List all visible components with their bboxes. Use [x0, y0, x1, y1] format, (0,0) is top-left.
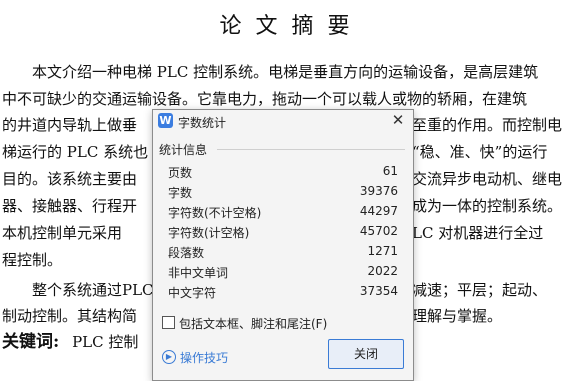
- stat-label: 字符数(不计空格): [168, 206, 262, 220]
- stat-label: 字符数(计空格): [168, 226, 250, 240]
- keywords-label: 关键词:: [2, 332, 60, 352]
- stat-row-paragraphs: 段落数 1271: [168, 244, 398, 263]
- stat-value: 37354: [359, 284, 398, 298]
- stat-value: 2022: [367, 264, 398, 278]
- group-label: 统计信息: [159, 143, 208, 157]
- body-line: 中不可缺少的交通运输设备。它靠电力，拖动一个可以载人或物的轿厢，在建筑: [2, 90, 528, 108]
- group-divider: [217, 149, 405, 150]
- body-line: 本文介绍一种电梯 PLC 控制系统。电梯是垂直方向的运输设备，是高层建筑: [2, 63, 539, 81]
- body-line-tail: 至重的作用。而控制电: [412, 116, 563, 134]
- wps-writer-icon: W: [158, 113, 173, 128]
- stat-value: 61: [382, 164, 398, 178]
- body-line-tail: 理解与掌握。: [412, 307, 503, 325]
- page-title: 论文摘要: [219, 14, 364, 39]
- body-line-tail: 交流异步电动机、继电: [412, 170, 563, 188]
- body-line: 器、接触器、行程开: [2, 197, 138, 215]
- stat-value: 45702: [359, 224, 398, 238]
- body-line-tail: “稳、准、快”的运行: [412, 143, 548, 161]
- stat-label: 段落数: [168, 246, 205, 260]
- body-line: 梯运行的 PLC 系统也: [2, 143, 149, 161]
- stat-label: 页数: [168, 166, 193, 180]
- body-line: 本机控制单元采用: [2, 224, 123, 242]
- dialog-titlebar[interactable]: W 字数统计 ✕: [153, 110, 413, 132]
- play-icon[interactable]: ▶: [162, 350, 176, 364]
- close-button[interactable]: 关闭: [328, 339, 404, 369]
- stat-row-non-chinese-words: 非中文单词 2022: [168, 264, 398, 283]
- stat-row-pages: 页数 61: [168, 164, 398, 183]
- body-line: 整个系统通过PLC: [2, 281, 154, 299]
- keywords-text: PLC 控制: [72, 333, 139, 351]
- body-line: 制动控制。其结构简: [2, 307, 138, 325]
- stat-value: 1271: [367, 244, 398, 258]
- body-line-tail: 减速；平层；起动、: [412, 281, 548, 299]
- stat-row-chars-with-spaces: 字符数(计空格) 45702: [168, 224, 398, 243]
- stat-label: 中文字符: [168, 286, 217, 300]
- include-textbox-label[interactable]: 包括文本框、脚注和尾注(F): [179, 315, 327, 332]
- word-count-dialog: W 字数统计 ✕ 统计信息 页数 61 字数 39376 字符数(不计空格) 4…: [152, 109, 414, 381]
- stat-value: 44297: [359, 204, 398, 218]
- stat-label: 非中文单词: [168, 266, 229, 280]
- body-line: 目的。该系统主要由: [2, 170, 138, 188]
- body-line-tail: LC 对机器进行全过: [412, 224, 544, 242]
- stat-label: 字数: [168, 186, 193, 200]
- body-line: 的井道内导轨上做垂: [2, 116, 138, 134]
- stat-row-chars-no-spaces: 字符数(不计空格) 44297: [168, 204, 398, 223]
- close-icon[interactable]: ✕: [389, 111, 407, 129]
- body-line: 程控制。: [2, 251, 63, 269]
- stat-row-words: 字数 39376: [168, 184, 398, 203]
- body-line-tail: 成为一体的控制系统。: [412, 197, 563, 215]
- stat-value: 39376: [359, 184, 398, 198]
- include-textbox-checkbox[interactable]: [162, 316, 175, 329]
- tips-link[interactable]: 操作技巧: [180, 349, 228, 366]
- stat-row-chinese-chars: 中文字符 37354: [168, 284, 398, 303]
- dialog-title: 字数统计: [178, 116, 227, 130]
